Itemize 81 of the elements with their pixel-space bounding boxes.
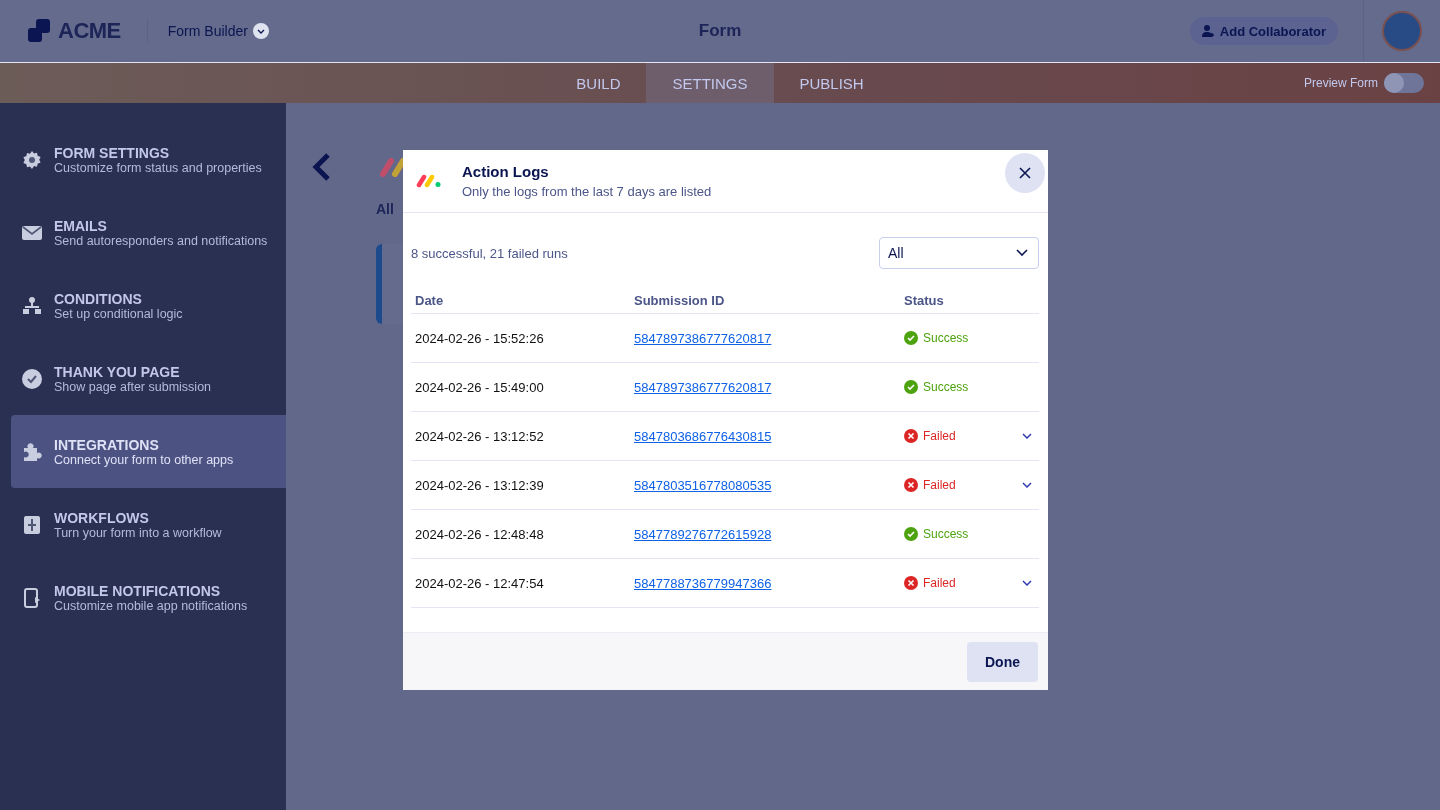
status-filter-dropdown[interactable]: All xyxy=(879,237,1039,269)
sidebar-item-title: CONDITIONS xyxy=(54,290,143,307)
back-chevron-icon[interactable] xyxy=(312,153,332,181)
sidebar-item-title: MOBILE NOTIFICATIONS xyxy=(54,582,222,599)
dialog-title: Action Logs xyxy=(462,163,550,180)
date-cell-text: 2024-02-26 - 12:48:48 xyxy=(415,526,545,542)
runs-summary: 8 successful, 21 failed runs xyxy=(411,245,568,261)
date-cell-text: 2024-02-26 - 15:52:26 xyxy=(415,330,545,346)
logo-text: ACME xyxy=(58,18,121,44)
preview-toggle[interactable] xyxy=(1384,73,1424,93)
status-label: Failed xyxy=(904,576,1014,590)
error-icon xyxy=(904,429,918,443)
sidebar-item-title: FORM SETTINGS xyxy=(54,144,171,161)
status-label: Failed xyxy=(904,429,1014,443)
submission-id-link[interactable]: 5847788736779947366 xyxy=(634,576,772,591)
date-cell-text: 2024-02-26 - 13:12:52 xyxy=(415,428,545,444)
close-icon xyxy=(1019,167,1031,179)
close-button[interactable] xyxy=(1005,153,1045,193)
status-label: Success xyxy=(904,331,1014,345)
column-header: Submission ID xyxy=(634,292,726,308)
sidebar-item[interactable]: CONDITIONS Set up conditional logic xyxy=(0,269,286,342)
add-user-icon xyxy=(1200,24,1215,38)
done-button[interactable]: Done xyxy=(967,641,1038,682)
error-icon xyxy=(904,478,918,492)
sidebar-item-subtitle: Show page after submission xyxy=(54,379,212,394)
chevron-icon xyxy=(252,23,269,39)
sidebar-item[interactable]: WORKFLOWS Turn your form into a workflow xyxy=(0,488,286,561)
tab[interactable]: PUBLISH xyxy=(773,63,890,103)
check-circle-icon xyxy=(22,368,42,389)
gear-icon xyxy=(22,149,42,170)
sidebar-item-title: EMAILS xyxy=(54,217,108,234)
column-header: Date xyxy=(415,292,445,308)
expand-chevron-icon[interactable] xyxy=(1021,580,1032,586)
section-heading: All xyxy=(376,201,395,217)
app-logo-icon xyxy=(380,157,406,177)
sidebar-item-subtitle: Customize form status and properties xyxy=(54,160,262,175)
app-logo-icon xyxy=(416,174,442,188)
sidebar-item-subtitle: Turn your form into a workflow xyxy=(54,525,222,540)
phone-icon xyxy=(22,587,42,608)
status-label: Success xyxy=(904,527,1014,541)
sidebar-item-title: INTEGRATIONS xyxy=(54,436,160,453)
submission-id-link[interactable]: 5847897386777620817 xyxy=(634,380,772,395)
status-label: Failed xyxy=(904,478,1014,492)
sidebar-item[interactable]: INTEGRATIONS Connect your form to other apps xyxy=(11,415,286,488)
error-icon xyxy=(904,576,918,590)
sidebar-item-title: WORKFLOWS xyxy=(54,509,150,526)
form-title: Form xyxy=(698,21,742,41)
sidebar-item[interactable]: MOBILE NOTIFICATIONS Customize mobile app notifications xyxy=(0,561,286,634)
logo-icon xyxy=(28,19,52,43)
dialog-subtitle: Only the logs from the last 7 days are listed xyxy=(462,184,712,199)
tab[interactable]: BUILD xyxy=(550,63,647,103)
chevron-down-icon xyxy=(1016,249,1028,257)
sidebar-item[interactable]: FORM SETTINGS Customize form status and properties xyxy=(0,123,286,196)
submission-id-link[interactable]: 5847803516778080535 xyxy=(634,478,772,493)
date-cell-text: 2024-02-26 - 15:49:00 xyxy=(415,379,545,395)
tab[interactable]: SETTINGS xyxy=(646,63,774,103)
submission-id-link[interactable]: 5847789276772615928 xyxy=(634,527,772,542)
success-icon xyxy=(904,527,918,541)
submission-id-link[interactable]: 5847803686776430815 xyxy=(634,429,772,444)
success-icon xyxy=(904,331,918,345)
submission-id-link[interactable]: 5847897386777620817 xyxy=(634,331,772,346)
puzzle-icon xyxy=(22,441,42,462)
sidebar-item-subtitle: Connect your form to other apps xyxy=(54,452,234,467)
hierarchy-icon xyxy=(22,295,42,316)
status-label: Success xyxy=(904,380,1014,394)
add-collaborator-button[interactable]: Add Collaborator xyxy=(1189,17,1338,45)
sidebar-item-subtitle: Set up conditional logic xyxy=(54,306,183,321)
sidebar-item-subtitle: Send autoresponders and notifications xyxy=(54,233,268,248)
success-icon xyxy=(904,380,918,394)
date-cell-text: 2024-02-26 - 13:12:39 xyxy=(415,477,545,493)
sidebar-item-title: THANK YOU PAGE xyxy=(54,363,181,380)
expand-chevron-icon[interactable] xyxy=(1021,482,1032,488)
workflow-icon xyxy=(22,514,42,535)
sidebar-item[interactable]: THANK YOU PAGE Show page after submission xyxy=(0,342,286,415)
date-cell-text: 2024-02-26 - 12:47:54 xyxy=(415,575,545,591)
product-switcher[interactable]: Form Builder xyxy=(167,23,269,39)
column-header: Status xyxy=(904,292,945,308)
expand-chevron-icon[interactable] xyxy=(1021,433,1032,439)
sidebar-item[interactable]: EMAILS Send autoresponders and notifications xyxy=(0,196,286,269)
sidebar-item-subtitle: Customize mobile app notifications xyxy=(54,598,248,613)
preview-label: Preview Form xyxy=(1304,76,1378,90)
